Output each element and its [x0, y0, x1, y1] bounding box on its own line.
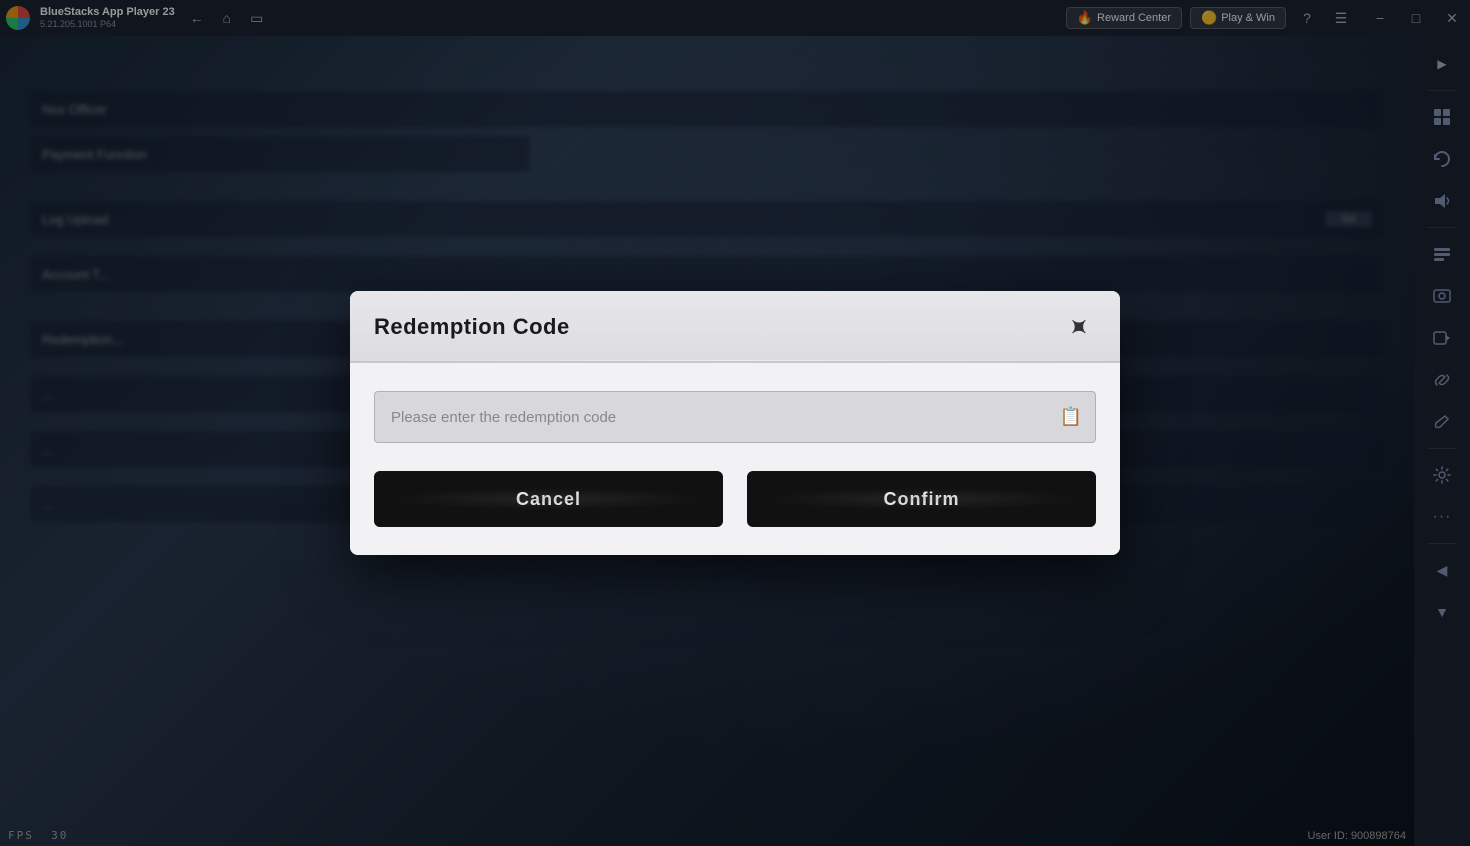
code-input-wrapper: 📋: [374, 391, 1096, 443]
modal-header: Redemption Code ✦: [350, 291, 1120, 363]
modal-body: 📋 Cancel Confirm: [350, 363, 1120, 555]
modal-buttons: Cancel Confirm: [374, 471, 1096, 527]
redemption-code-input[interactable]: [374, 391, 1096, 443]
paste-icon[interactable]: 📋: [1060, 407, 1082, 428]
redemption-code-modal: Redemption Code ✦ 📋 Cancel Confirm: [350, 291, 1120, 555]
cancel-button[interactable]: Cancel: [374, 471, 723, 527]
modal-overlay: Redemption Code ✦ 📋 Cancel Confirm: [0, 0, 1470, 846]
modal-title: Redemption Code: [374, 314, 570, 340]
modal-close-button[interactable]: ✦: [1060, 309, 1096, 345]
close-star-icon: ✦: [1061, 310, 1096, 345]
confirm-button[interactable]: Confirm: [747, 471, 1096, 527]
